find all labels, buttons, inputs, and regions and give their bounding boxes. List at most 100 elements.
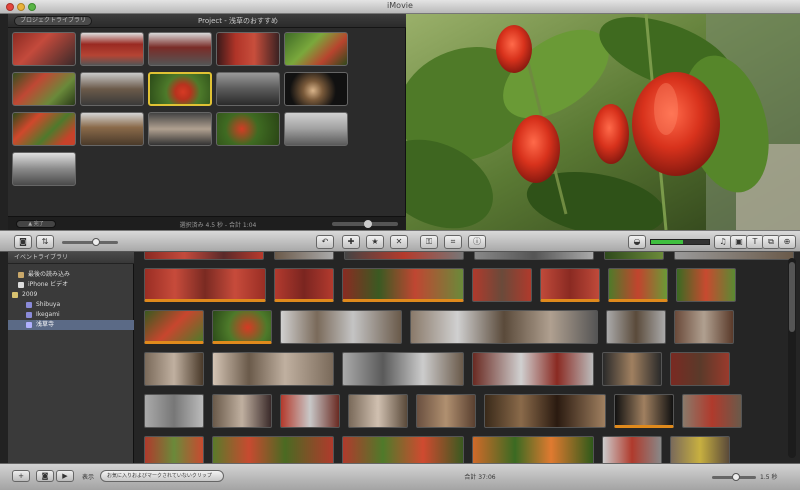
event-clip[interactable]	[144, 352, 204, 386]
project-clip[interactable]	[12, 112, 76, 146]
event-clip[interactable]	[474, 252, 594, 260]
event-clip-favorite[interactable]	[144, 268, 266, 302]
total-duration: 合計 37:06	[464, 474, 496, 481]
event-clip-favorite[interactable]	[144, 436, 204, 463]
event-clip[interactable]	[472, 352, 594, 386]
project-clip[interactable]	[12, 72, 76, 106]
event-library: イベントライブラリ 最後の読み込み iPhone ビデオ 2009 Shibuy…	[8, 252, 134, 463]
clip-filter-select[interactable]: お気に入りおよびマークされていないクリップ	[100, 470, 224, 482]
event-clip[interactable]	[670, 436, 730, 463]
clip-length-slider[interactable]	[712, 473, 756, 481]
title-bar: iMovie	[0, 0, 800, 14]
iphone-icon	[18, 281, 24, 288]
slider-knob[interactable]	[92, 238, 100, 246]
play-icon[interactable]: ▶	[56, 470, 74, 482]
event-clip[interactable]	[342, 352, 464, 386]
event-library-item-ikegami[interactable]: Ikegami	[8, 310, 134, 320]
event-clip[interactable]	[670, 352, 730, 386]
event-clip-favorite[interactable]	[144, 310, 204, 344]
event-clip[interactable]	[472, 268, 532, 302]
event-clip[interactable]	[484, 394, 606, 428]
event-clip-favorite[interactable]	[342, 268, 464, 302]
scroll-thumb[interactable]	[789, 262, 795, 332]
event-library-item-2009[interactable]: 2009	[8, 290, 134, 300]
swap-icon[interactable]: ⇅	[36, 235, 54, 249]
event-library-header: イベントライブラリ	[8, 252, 134, 264]
preview-frame	[406, 14, 800, 230]
event-clip[interactable]	[674, 252, 794, 260]
event-clip[interactable]	[280, 310, 402, 344]
keyword-icon[interactable]: ⚿	[420, 235, 438, 249]
preview-viewer[interactable]	[406, 14, 800, 230]
add-clip-icon[interactable]: ✚	[342, 235, 360, 249]
event-clip-favorite[interactable]	[614, 394, 674, 428]
event-clip[interactable]	[212, 394, 272, 428]
project-clip[interactable]	[216, 32, 280, 66]
event-clip[interactable]	[676, 268, 736, 302]
done-button[interactable]: ▲ 完了	[16, 220, 56, 228]
project-clip[interactable]	[80, 72, 144, 106]
event-clip-favorite[interactable]	[472, 436, 594, 463]
project-clip[interactable]	[12, 32, 76, 66]
project-clip[interactable]	[12, 152, 76, 186]
event-clip-favorite[interactable]	[540, 268, 600, 302]
project-clip[interactable]	[148, 112, 212, 146]
favorite-icon[interactable]: ★	[366, 235, 384, 249]
event-clip[interactable]	[606, 310, 666, 344]
event-clip[interactable]	[602, 436, 662, 463]
event-clip[interactable]	[348, 394, 408, 428]
event-browser-scrollbar[interactable]	[788, 258, 796, 458]
reject-icon[interactable]: ✕	[390, 235, 408, 249]
project-clip[interactable]	[80, 112, 144, 146]
slider-knob[interactable]	[732, 473, 740, 481]
project-clip[interactable]	[80, 32, 144, 66]
event-clip-favorite[interactable]	[212, 436, 334, 463]
star-icon	[26, 311, 32, 318]
event-clip-favorite[interactable]	[608, 268, 668, 302]
thumbnail-size-slider[interactable]	[62, 238, 118, 246]
event-clip[interactable]	[212, 352, 334, 386]
project-clip[interactable]	[216, 72, 280, 106]
project-clip[interactable]	[284, 32, 348, 66]
event-clip[interactable]	[144, 394, 204, 428]
project-library-button[interactable]: プロジェクトライブラリ	[14, 16, 92, 26]
info-icon[interactable]: ⓘ	[468, 235, 486, 249]
project-duration: 選択済み 4.5 秒 - 合計 1:04	[179, 222, 257, 229]
folder-icon	[12, 291, 18, 298]
project-clip[interactable]	[284, 112, 348, 146]
project-grid	[8, 28, 406, 216]
project-clip-selected[interactable]	[148, 72, 212, 106]
event-clip-favorite[interactable]	[342, 436, 464, 463]
event-clip[interactable]	[416, 394, 476, 428]
camera-icon[interactable]: ◙	[14, 235, 32, 249]
star-icon	[26, 301, 32, 308]
event-library-item-iphone[interactable]: iPhone ビデオ	[8, 280, 134, 290]
project-clip[interactable]	[284, 72, 348, 106]
project-zoom-slider[interactable]	[332, 220, 398, 228]
project-clip[interactable]	[216, 112, 280, 146]
event-clip[interactable]	[274, 252, 334, 260]
event-clip-favorite[interactable]	[274, 268, 334, 302]
camera-import-icon[interactable]: ◙	[36, 470, 54, 482]
map-icon[interactable]: ⊕	[778, 235, 796, 249]
slider-knob[interactable]	[364, 220, 372, 228]
star-icon	[26, 321, 32, 328]
project-clip[interactable]	[148, 32, 212, 66]
event-library-item-sensoji[interactable]: 浅草寺	[8, 320, 134, 330]
event-clip[interactable]	[344, 252, 464, 260]
event-library-item-shibuya[interactable]: Shibuya	[8, 300, 134, 310]
event-clip[interactable]	[280, 394, 340, 428]
event-clip[interactable]	[682, 394, 742, 428]
event-clip[interactable]	[410, 310, 598, 344]
event-clip[interactable]	[674, 310, 734, 344]
event-library-item-last-import[interactable]: 最後の読み込み	[8, 270, 134, 280]
undo-icon[interactable]: ↶	[316, 235, 334, 249]
event-clip-favorite[interactable]	[212, 310, 272, 344]
audio-level-meter	[650, 239, 710, 245]
event-clip[interactable]	[144, 252, 264, 260]
crop-icon[interactable]: ⌗	[444, 235, 462, 249]
event-clip[interactable]	[604, 252, 664, 260]
add-event-icon[interactable]: +	[12, 470, 30, 482]
voiceover-icon[interactable]: ◒	[628, 235, 646, 249]
event-clip[interactable]	[602, 352, 662, 386]
